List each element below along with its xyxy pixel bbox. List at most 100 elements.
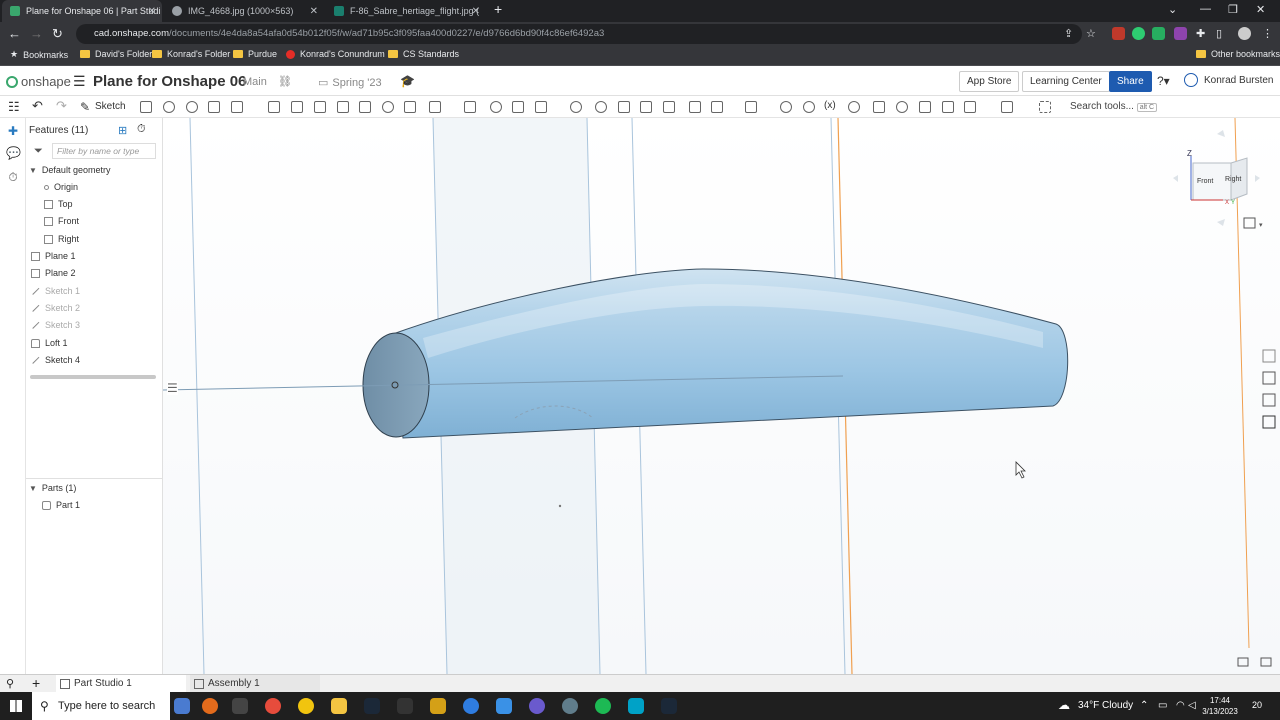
side-panel-icon[interactable]: ▯ bbox=[1216, 26, 1222, 42]
render-icon[interactable] bbox=[1001, 101, 1013, 113]
profile-avatar[interactable] bbox=[1238, 27, 1251, 40]
draft-icon[interactable] bbox=[314, 101, 326, 113]
rollback-bar[interactable] bbox=[30, 375, 156, 379]
bookmark-purdue[interactable]: Purdue bbox=[233, 49, 277, 59]
fillet-icon[interactable] bbox=[268, 101, 280, 113]
move-face-icon[interactable] bbox=[618, 101, 630, 113]
rotate-up-icon[interactable] bbox=[1217, 130, 1225, 137]
folder-label[interactable]: ▭ Spring '23 bbox=[318, 76, 382, 89]
extension-icon[interactable] bbox=[1152, 27, 1165, 40]
view-cube[interactable]: Z Front Right X Y bbox=[1173, 130, 1260, 226]
feature-sketch-3[interactable]: Sketch 3 bbox=[31, 320, 80, 330]
mirror-icon[interactable] bbox=[464, 101, 476, 113]
windows-start-icon[interactable] bbox=[10, 700, 22, 712]
steam-icon[interactable] bbox=[661, 698, 677, 714]
bookmark-konrads-folder[interactable]: Konrad's Folder bbox=[152, 49, 230, 59]
sweep-icon[interactable] bbox=[186, 101, 198, 113]
chrome-icon[interactable] bbox=[265, 698, 281, 714]
feature-plane-2[interactable]: Plane 2 bbox=[31, 268, 76, 278]
redo-icon[interactable]: ↷ bbox=[56, 98, 67, 114]
rotate-right-icon[interactable] bbox=[1255, 175, 1260, 182]
feature-origin[interactable]: Origin bbox=[44, 182, 78, 192]
bookmark-other[interactable]: Other bookmarks bbox=[1196, 49, 1280, 59]
feature-list-icon[interactable]: ☷ bbox=[8, 99, 20, 115]
revolve-icon[interactable] bbox=[163, 101, 175, 113]
grammarly-icon[interactable] bbox=[1132, 27, 1145, 40]
pattern-icon[interactable] bbox=[429, 101, 441, 113]
sheet-metal-icon[interactable] bbox=[873, 101, 885, 113]
share-page-icon[interactable]: ⇪ bbox=[1064, 26, 1073, 42]
education-cap-icon[interactable]: 🎓 bbox=[400, 74, 415, 88]
back-icon[interactable]: ← bbox=[8, 26, 21, 42]
link-icon[interactable]: ⛓ bbox=[278, 75, 292, 88]
browser-tab-image[interactable]: IMG_4668.jpg (1000×563) ✕ bbox=[164, 0, 324, 22]
app-icon[interactable] bbox=[562, 698, 578, 714]
help-icon[interactable]: ?▾ bbox=[1157, 74, 1170, 88]
tab-assembly-1[interactable]: Assembly 1 bbox=[190, 675, 320, 693]
taskbar-clock[interactable]: 17:44 3/13/2023 bbox=[1200, 695, 1240, 717]
filter-icon[interactable]: ⏷ bbox=[34, 145, 43, 158]
rollback-timer-icon[interactable]: ⏱ bbox=[137, 123, 146, 136]
minimize-icon[interactable]: — bbox=[1200, 3, 1211, 15]
rotate-down-icon[interactable] bbox=[1217, 219, 1225, 226]
user-avatar-icon[interactable] bbox=[1184, 73, 1198, 87]
wifi-icon[interactable]: ◠ bbox=[1176, 700, 1185, 711]
hamburger-menu-icon[interactable]: ☰ bbox=[73, 73, 86, 90]
frame-icon[interactable] bbox=[942, 101, 954, 113]
branch-label[interactable]: Main bbox=[243, 76, 267, 88]
form-icon[interactable] bbox=[919, 101, 931, 113]
parts-folder[interactable]: ▼ Parts (1) bbox=[29, 483, 76, 493]
extension-icon[interactable] bbox=[1174, 27, 1187, 40]
feature-top-plane[interactable]: Top bbox=[44, 199, 73, 209]
chevron-down-icon[interactable]: ▼ bbox=[29, 166, 37, 175]
mate-connector-icon[interactable] bbox=[711, 101, 723, 113]
thread-icon[interactable] bbox=[404, 101, 416, 113]
rib-icon[interactable] bbox=[337, 101, 349, 113]
epic-games-icon[interactable] bbox=[397, 698, 413, 714]
feature-front-plane[interactable]: Front bbox=[44, 216, 79, 226]
flyout-icon[interactable] bbox=[1260, 657, 1272, 667]
add-folder-icon[interactable]: ⊞ bbox=[118, 124, 127, 137]
sketch-button[interactable]: ✎ Sketch bbox=[76, 97, 130, 117]
extrude-icon[interactable] bbox=[140, 101, 152, 113]
keyboard-shortcut-icon[interactable] bbox=[1237, 657, 1249, 667]
weather-text[interactable]: 34°F Cloudy bbox=[1078, 700, 1133, 711]
chrome-alt-icon[interactable] bbox=[298, 698, 314, 714]
bookmark-davids-folder[interactable]: David's Folder bbox=[80, 49, 152, 59]
graphics-viewport[interactable]: Z Front Right X Y ▾ ☰ bbox=[163, 118, 1280, 674]
configure-icon[interactable] bbox=[848, 101, 860, 113]
feature-sketch-2[interactable]: Sketch 2 bbox=[31, 303, 80, 313]
bookmark-cs-standards[interactable]: CS Standards bbox=[388, 49, 459, 59]
parts-panel-icon[interactable] bbox=[1262, 371, 1276, 385]
widgets-icon[interactable] bbox=[174, 698, 190, 714]
bookmark-konrads-conundrum[interactable]: Konrad's Conundrum bbox=[286, 49, 385, 59]
split-icon[interactable] bbox=[512, 101, 524, 113]
feature-plane-1[interactable]: Plane 1 bbox=[31, 251, 76, 261]
part-item[interactable]: Part 1 bbox=[42, 500, 80, 510]
tab-manager-icon[interactable]: ⚲ bbox=[6, 677, 14, 690]
transform-icon[interactable] bbox=[535, 101, 547, 113]
user-name[interactable]: Konrad Bursten bbox=[1204, 75, 1274, 86]
weld-icon[interactable] bbox=[964, 101, 976, 113]
loft-icon[interactable] bbox=[208, 101, 220, 113]
variable-icon[interactable]: (x) bbox=[824, 100, 836, 111]
rotate-left-icon[interactable] bbox=[1173, 175, 1178, 182]
custom-features-panel-icon[interactable] bbox=[1262, 415, 1276, 429]
comments-icon[interactable]: 💬 bbox=[6, 146, 21, 160]
plane-tool-icon[interactable] bbox=[689, 101, 701, 113]
model-canvas[interactable]: Z Front Right X Y ▾ bbox=[163, 118, 1280, 674]
replace-face-icon[interactable] bbox=[640, 101, 652, 113]
app-icon[interactable] bbox=[496, 698, 512, 714]
browser-tab-onshape[interactable]: Plane for Onshape 06 | Part Studi ✕ bbox=[2, 0, 162, 22]
document-title[interactable]: Plane for Onshape 06 bbox=[93, 73, 246, 90]
notifications-badge[interactable]: 20 bbox=[1252, 700, 1262, 710]
close-tab-icon[interactable]: ✕ bbox=[148, 6, 156, 17]
helix-icon[interactable] bbox=[780, 101, 792, 113]
volume-icon[interactable]: ◁ bbox=[1188, 700, 1196, 711]
search-tools-input[interactable]: Search tools... alt C bbox=[1066, 98, 1158, 116]
undo-icon[interactable]: ↶ bbox=[32, 98, 43, 114]
puzzle-icon[interactable]: ✚ bbox=[1196, 26, 1205, 42]
share-button[interactable]: Share bbox=[1109, 71, 1152, 92]
app-icon[interactable] bbox=[430, 698, 446, 714]
tab-search-icon[interactable]: ⌄ bbox=[1168, 3, 1177, 16]
